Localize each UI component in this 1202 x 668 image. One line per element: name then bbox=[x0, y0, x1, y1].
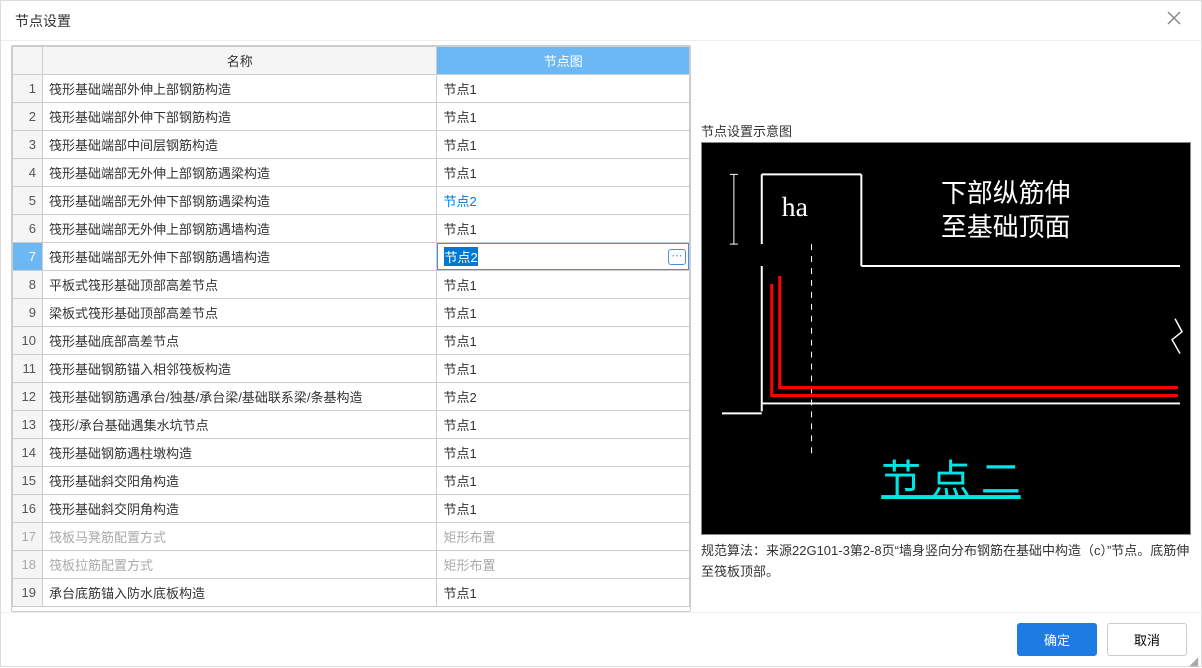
row-name[interactable]: 筏形基础斜交阳角构造 bbox=[43, 467, 437, 495]
row-index: 7 bbox=[13, 243, 43, 271]
svg-text:节 点 二: 节 点 二 bbox=[881, 458, 1020, 502]
row-name[interactable]: 平板式筏形基础顶部高差节点 bbox=[43, 271, 437, 299]
col-header-node[interactable]: 节点图 bbox=[437, 47, 690, 75]
row-index: 13 bbox=[13, 411, 43, 439]
table-row[interactable]: 18筏板拉筋配置方式矩形布置 bbox=[13, 551, 690, 579]
table-row[interactable]: 1筏形基础端部外伸上部钢筋构造节点1 bbox=[13, 75, 690, 103]
table-row[interactable]: 17筏板马凳筋配置方式矩形布置 bbox=[13, 523, 690, 551]
row-value[interactable]: 节点1 bbox=[437, 495, 690, 523]
ok-button[interactable]: 确定 bbox=[1017, 623, 1097, 656]
resize-grip-icon[interactable]: ◢ bbox=[1189, 654, 1199, 664]
cancel-button[interactable]: 取消 bbox=[1107, 623, 1187, 656]
row-index: 15 bbox=[13, 467, 43, 495]
row-name[interactable]: 筏形基础端部无外伸上部钢筋遇墙构造 bbox=[43, 215, 437, 243]
row-index: 19 bbox=[13, 579, 43, 607]
svg-text:下部纵筋伸: 下部纵筋伸 bbox=[941, 179, 1070, 208]
row-name[interactable]: 筏形基础端部无外伸下部钢筋遇梁构造 bbox=[43, 187, 437, 215]
row-name[interactable]: 筏板拉筋配置方式 bbox=[43, 551, 437, 579]
row-name[interactable]: 筏形/承台基础遇集水坑节点 bbox=[43, 411, 437, 439]
row-index: 1 bbox=[13, 75, 43, 103]
node-settings-dialog: 节点设置 名称 节点图 1筏形基础端部外伸上部钢筋构造节点12筏形基础端部外伸下… bbox=[0, 0, 1202, 667]
dialog-footer: 确定 取消 bbox=[1, 612, 1201, 666]
row-name[interactable]: 筏形基础端部无外伸下部钢筋遇墙构造 bbox=[43, 243, 437, 271]
node-table: 名称 节点图 1筏形基础端部外伸上部钢筋构造节点12筏形基础端部外伸下部钢筋构造… bbox=[12, 46, 690, 607]
row-index: 14 bbox=[13, 439, 43, 467]
col-header-index bbox=[13, 47, 43, 75]
row-value[interactable]: 节点2 bbox=[437, 383, 690, 411]
row-name[interactable]: 筏板马凳筋配置方式 bbox=[43, 523, 437, 551]
row-index: 11 bbox=[13, 355, 43, 383]
row-index: 2 bbox=[13, 103, 43, 131]
table-row[interactable]: 7筏形基础端部无外伸下部钢筋遇墙构造 ⋯ bbox=[13, 243, 690, 271]
svg-text:ha: ha bbox=[782, 192, 808, 223]
table-row[interactable]: 19承台底筋锚入防水底板构造节点1 bbox=[13, 579, 690, 607]
dialog-title: 节点设置 bbox=[15, 11, 71, 31]
row-index: 10 bbox=[13, 327, 43, 355]
row-value[interactable]: 节点2 bbox=[437, 187, 690, 215]
more-icon[interactable]: ⋯ bbox=[668, 249, 686, 265]
node-table-panel: 名称 节点图 1筏形基础端部外伸上部钢筋构造节点12筏形基础端部外伸下部钢筋构造… bbox=[11, 45, 691, 612]
row-value[interactable]: 节点1 bbox=[437, 467, 690, 495]
row-index: 3 bbox=[13, 131, 43, 159]
row-index: 6 bbox=[13, 215, 43, 243]
row-value[interactable]: 节点1 bbox=[437, 75, 690, 103]
row-name[interactable]: 筏形基础钢筋遇承台/独基/承台梁/基础联系梁/条基构造 bbox=[43, 383, 437, 411]
node-value-input[interactable] bbox=[437, 243, 689, 270]
col-header-name[interactable]: 名称 bbox=[43, 47, 437, 75]
table-row[interactable]: 13筏形/承台基础遇集水坑节点节点1 bbox=[13, 411, 690, 439]
row-name[interactable]: 筏形基础斜交阴角构造 bbox=[43, 495, 437, 523]
row-name[interactable]: 筏形基础端部外伸下部钢筋构造 bbox=[43, 103, 437, 131]
dialog-header: 节点设置 bbox=[1, 1, 1201, 41]
row-value[interactable]: 节点1 bbox=[437, 411, 690, 439]
row-index: 4 bbox=[13, 159, 43, 187]
row-value[interactable]: 节点1 bbox=[437, 299, 690, 327]
algorithm-note: 规范算法：来源22G101-3第2-8页“墙身竖向分布钢筋在基础中构造（c）”节… bbox=[701, 541, 1191, 583]
row-name[interactable]: 筏形基础端部无外伸上部钢筋遇梁构造 bbox=[43, 159, 437, 187]
table-row[interactable]: 16筏形基础斜交阴角构造节点1 bbox=[13, 495, 690, 523]
preview-diagram: ha 下部纵筋伸 至基础顶面 节 点 二 bbox=[701, 142, 1191, 535]
preview-caption: 节点设置示意图 bbox=[701, 121, 1191, 140]
row-name[interactable]: 梁板式筏形基础顶部高差节点 bbox=[43, 299, 437, 327]
row-value[interactable]: ⋯ bbox=[437, 243, 690, 271]
table-row[interactable]: 12筏形基础钢筋遇承台/独基/承台梁/基础联系梁/条基构造节点2 bbox=[13, 383, 690, 411]
row-value[interactable]: 节点1 bbox=[437, 271, 690, 299]
table-row[interactable]: 14筏形基础钢筋遇柱墩构造节点1 bbox=[13, 439, 690, 467]
table-row[interactable]: 8平板式筏形基础顶部高差节点节点1 bbox=[13, 271, 690, 299]
preview-panel: 节点设置示意图 bbox=[701, 45, 1191, 612]
svg-text:至基础顶面: 至基础顶面 bbox=[941, 213, 1070, 242]
table-row[interactable]: 15筏形基础斜交阳角构造节点1 bbox=[13, 467, 690, 495]
row-name[interactable]: 筏形基础端部中间层钢筋构造 bbox=[43, 131, 437, 159]
row-value[interactable]: 矩形布置 bbox=[437, 551, 690, 579]
row-value[interactable]: 节点1 bbox=[437, 103, 690, 131]
table-row[interactable]: 6筏形基础端部无外伸上部钢筋遇墙构造节点1 bbox=[13, 215, 690, 243]
row-value[interactable]: 节点1 bbox=[437, 215, 690, 243]
row-name[interactable]: 筏形基础钢筋锚入相邻筏板构造 bbox=[43, 355, 437, 383]
row-value[interactable]: 节点1 bbox=[437, 327, 690, 355]
row-index: 12 bbox=[13, 383, 43, 411]
row-name[interactable]: 筏形基础底部高差节点 bbox=[43, 327, 437, 355]
table-row[interactable]: 5筏形基础端部无外伸下部钢筋遇梁构造节点2 bbox=[13, 187, 690, 215]
row-value[interactable]: 节点1 bbox=[437, 439, 690, 467]
row-index: 9 bbox=[13, 299, 43, 327]
row-name[interactable]: 筏形基础端部外伸上部钢筋构造 bbox=[43, 75, 437, 103]
table-row[interactable]: 10筏形基础底部高差节点节点1 bbox=[13, 327, 690, 355]
row-value[interactable]: 矩形布置 bbox=[437, 523, 690, 551]
row-value[interactable]: 节点1 bbox=[437, 579, 690, 607]
table-row[interactable]: 4筏形基础端部无外伸上部钢筋遇梁构造节点1 bbox=[13, 159, 690, 187]
row-name[interactable]: 承台底筋锚入防水底板构造 bbox=[43, 579, 437, 607]
table-row[interactable]: 2筏形基础端部外伸下部钢筋构造节点1 bbox=[13, 103, 690, 131]
close-icon[interactable] bbox=[1161, 9, 1187, 32]
table-row[interactable]: 3筏形基础端部中间层钢筋构造节点1 bbox=[13, 131, 690, 159]
row-index: 5 bbox=[13, 187, 43, 215]
table-row[interactable]: 9梁板式筏形基础顶部高差节点节点1 bbox=[13, 299, 690, 327]
row-value[interactable]: 节点1 bbox=[437, 355, 690, 383]
table-row[interactable]: 11筏形基础钢筋锚入相邻筏板构造节点1 bbox=[13, 355, 690, 383]
row-name[interactable]: 筏形基础钢筋遇柱墩构造 bbox=[43, 439, 437, 467]
row-index: 16 bbox=[13, 495, 43, 523]
row-index: 18 bbox=[13, 551, 43, 579]
row-index: 8 bbox=[13, 271, 43, 299]
row-index: 17 bbox=[13, 523, 43, 551]
row-value[interactable]: 节点1 bbox=[437, 131, 690, 159]
row-value[interactable]: 节点1 bbox=[437, 159, 690, 187]
